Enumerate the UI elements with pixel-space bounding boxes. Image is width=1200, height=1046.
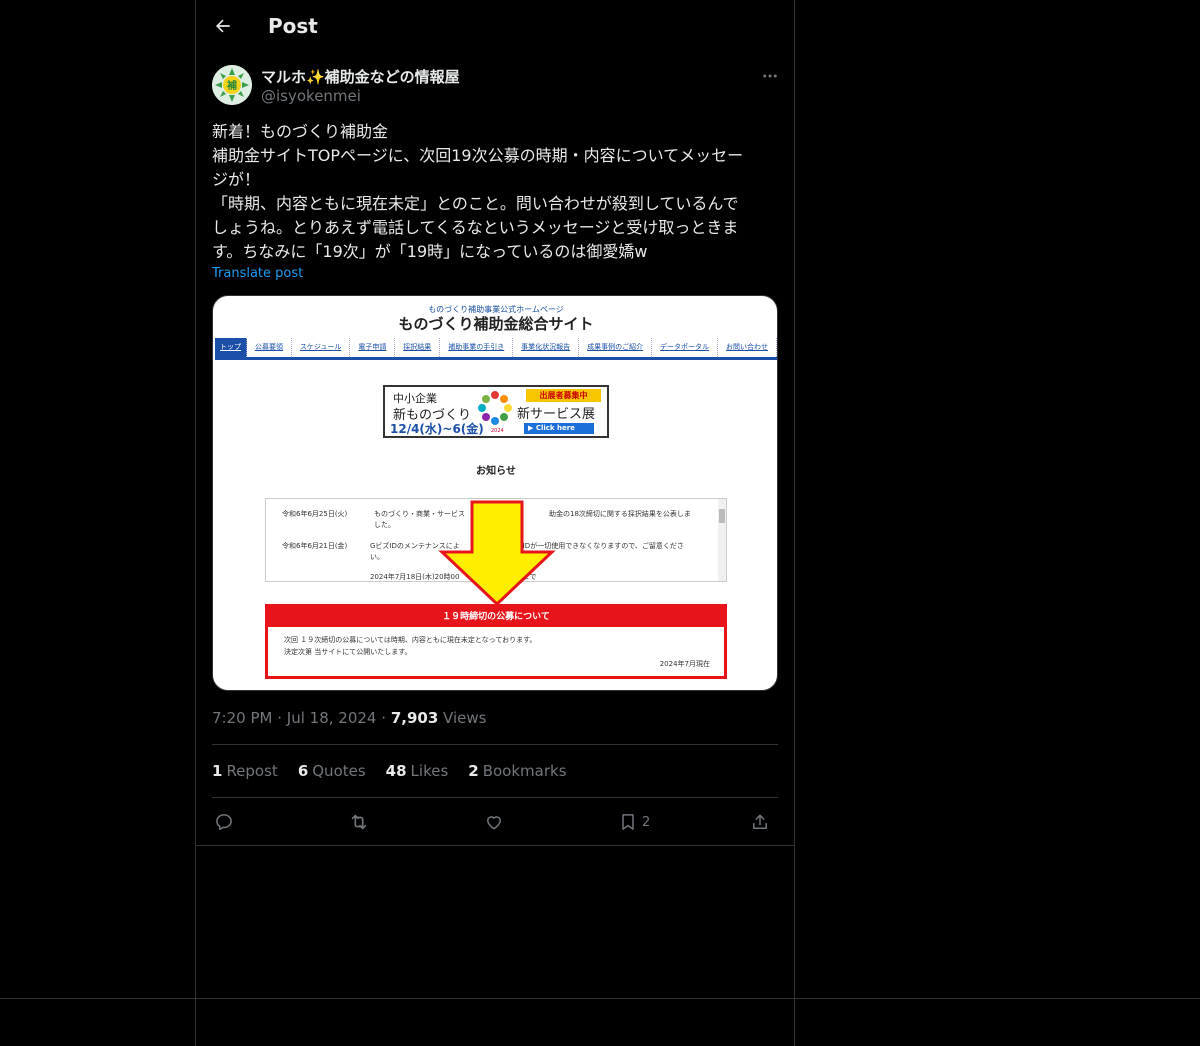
site-nav-item: 公募要領	[247, 338, 292, 357]
divider	[212, 744, 778, 745]
tweet-line: 補助金サイトTOPページに、次回19次公募の時期・内容についてメッセー	[212, 146, 744, 165]
like-button[interactable]	[484, 808, 504, 836]
site-nav-item: 電子申請	[350, 338, 396, 357]
tweet-line: 新着！ものづくり補助金	[212, 122, 389, 141]
banner-click-button: ▶ Click here	[524, 423, 594, 434]
divider	[212, 797, 778, 798]
alert-line: 次回 １９次締切の公募については時期、内容ともに現在未定となっております。	[284, 636, 537, 644]
site-nav-item: 補助事業の手引き	[440, 338, 514, 357]
tweet-line: ジが！	[212, 170, 261, 189]
reply-button[interactable]	[214, 808, 234, 836]
back-button[interactable]	[208, 11, 238, 41]
down-arrow-icon	[438, 500, 556, 606]
site-nav-item: お問い合わせ	[718, 338, 777, 357]
back-arrow-icon	[216, 19, 230, 33]
tweet-image[interactable]: ものづくり補助事業公式ホームページ ものづくり補助金総合サイト トップ 公募要領…	[212, 295, 778, 691]
like-icon	[487, 816, 501, 830]
author-handle[interactable]: @isyokenmei	[261, 87, 361, 105]
repost-icon	[351, 814, 367, 830]
wreath-logo-icon	[478, 391, 512, 425]
notice-title: お知らせ	[476, 466, 516, 477]
tweet-line: 「時期、内容ともに現在未定」とのこと。問い合わせが殺到しているんで	[212, 194, 739, 213]
alert-box: １９時締切の公募について 次回 １９次締切の公募については時期、内容ともに現在未…	[265, 604, 727, 679]
site-nav-item: 事業化状況報告	[513, 338, 580, 357]
site-nav-item: 成果事例のご紹介	[579, 338, 653, 357]
post-header: Post	[196, 0, 794, 53]
views-count: 7,903	[390, 709, 439, 727]
site-nav-item: 採択結果	[395, 338, 441, 357]
bookmark-count: 2	[642, 814, 651, 830]
action-bar: 2	[212, 808, 778, 836]
alert-line: 決定次第 当サイトにて公開いたします。	[284, 648, 412, 656]
bookmarks-stat[interactable]: 2 Bookmarks	[468, 762, 566, 780]
meta-separator: ·	[381, 709, 387, 727]
quotes-stat[interactable]: 6 Quotes	[298, 762, 366, 780]
likes-stat[interactable]: 48 Likes	[386, 762, 449, 780]
post-column: Post 補 マルホ✨補助金などの情報屋 @isyokenmei 新着！ものづく…	[195, 0, 795, 1046]
post-meta: 7:20 PM · Jul 18, 2024 · 7,903 Views	[212, 709, 486, 727]
author-name[interactable]: マルホ✨補助金などの情報屋	[261, 66, 460, 87]
site-nav-item: トップ	[215, 338, 247, 357]
bookmark-icon	[622, 814, 634, 830]
banner-badge: 出展者募集中	[526, 389, 601, 402]
site-nav-item: データポータル	[652, 338, 719, 357]
avatar-logo-icon: 補	[212, 65, 252, 105]
translate-post-link[interactable]: Translate post	[212, 266, 303, 281]
reposts-stat[interactable]: 1 Repost	[212, 762, 278, 780]
reply-icon	[216, 814, 232, 831]
engagement-stats: 1 Repost 6 Quotes 48 Likes 2 Bookmarks	[212, 762, 567, 780]
share-icon	[753, 814, 767, 829]
banner-year: 2024	[491, 428, 504, 434]
alert-date: 2024年7月現在	[659, 660, 710, 668]
alert-title: １９時締切の公募について	[268, 607, 724, 627]
more-button[interactable]	[758, 64, 782, 88]
meta-separator: ·	[277, 709, 283, 727]
tweet-text: 新着！ものづくり補助金 補助金サイトTOPページに、次回19次公募の時期・内容に…	[212, 120, 778, 264]
post-time[interactable]: 7:20 PM	[212, 709, 272, 727]
news-date: 令和6年6月25日(火)	[282, 510, 348, 518]
site-title: ものづくり補助金総合サイト	[398, 315, 594, 333]
svg-text:補: 補	[226, 79, 237, 92]
banner-line3: 新サービス展	[517, 407, 596, 422]
more-icon	[763, 74, 777, 78]
share-button[interactable]	[750, 808, 770, 836]
tweet-line: す。ちなみに「19次」が「19時」になっているのは御愛嬌w	[212, 242, 648, 261]
divider	[196, 845, 794, 846]
bookmark-button[interactable]: 2	[618, 808, 650, 836]
site-nav-item: スケジュール	[292, 338, 351, 357]
banner-dates: 12/4(水)~6(金)	[390, 422, 484, 436]
site-nav: トップ 公募要領 スケジュール 電子申請 採択結果 補助事業の手引き 事業化状況…	[215, 338, 777, 360]
news-date: 令和6年6月21日(金)	[282, 542, 348, 550]
views-label: Views	[443, 709, 487, 727]
avatar[interactable]: 補	[212, 65, 252, 105]
news-scrollbar	[718, 499, 726, 581]
expo-banner: 中小企業 新ものづくり 12/4(水)~6(金) 2024 出展者募集中 新サー…	[383, 385, 609, 438]
repost-button[interactable]	[348, 808, 370, 836]
post-date[interactable]: Jul 18, 2024	[287, 709, 377, 727]
tweet-line: しょうね。とりあえず電話してくるなというメッセージと受け取っときま	[212, 218, 739, 237]
page-title: Post	[268, 14, 318, 38]
divider	[0, 998, 1200, 999]
